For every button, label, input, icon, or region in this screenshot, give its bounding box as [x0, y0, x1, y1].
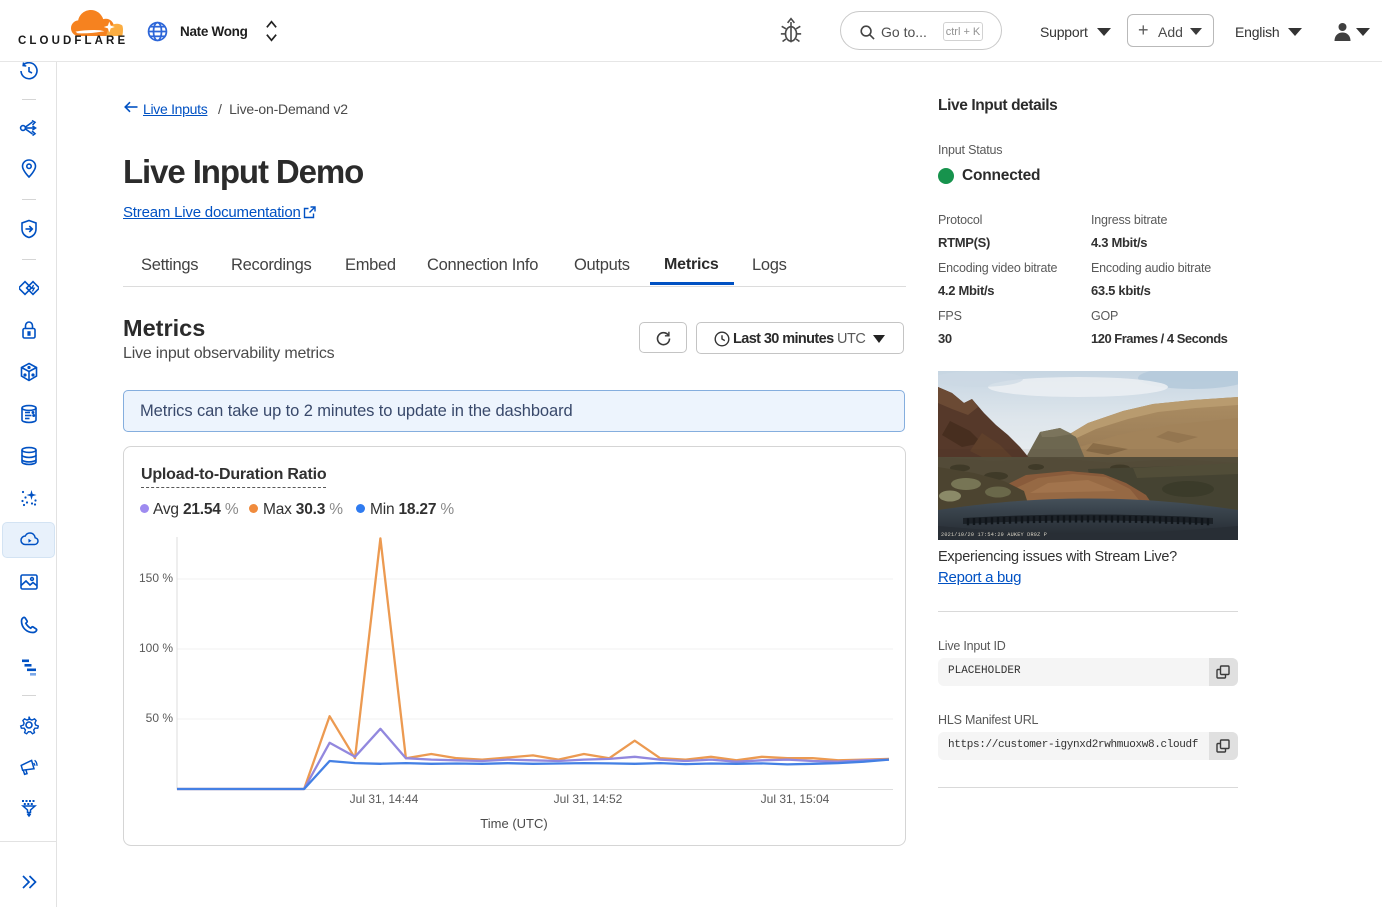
svg-text:2021/10/20 17:54:29 AUKEY DR0Z: 2021/10/20 17:54:29 AUKEY DR0Z P [941, 532, 1047, 538]
